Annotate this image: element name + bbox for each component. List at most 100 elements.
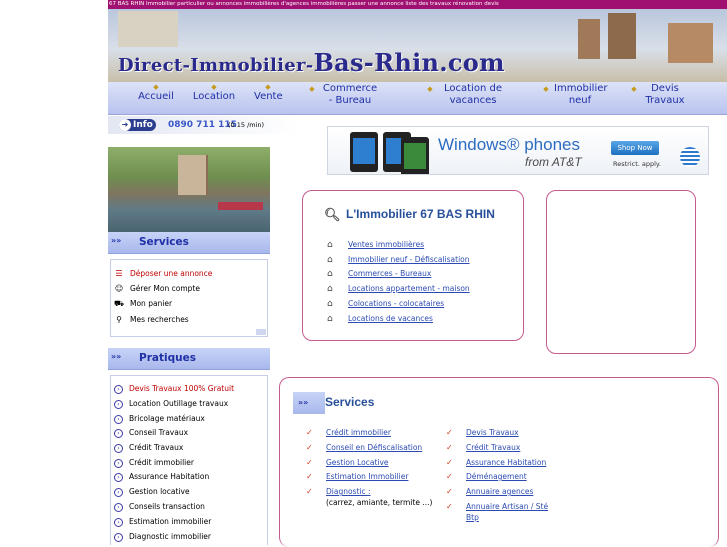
nav-label: Location de vacances	[444, 83, 502, 106]
immo-link-vacances[interactable]: ⌂ Locations de vacances	[327, 313, 433, 325]
check-icon: ✓	[306, 443, 313, 452]
immo-link-commerces[interactable]: ⌂ Commerces - Bureaux	[327, 268, 431, 280]
nav-vente[interactable]: ◆ Vente	[254, 82, 283, 103]
sidebar-services-list: ☰ Déposer une annonce ☺ Gérer Mon compte ⛟…	[110, 259, 268, 337]
sidebar-pratiques-list: › Devis Travaux 100% Gratuit › Location Ou…	[110, 375, 268, 545]
nav-label: Devis Travaux	[645, 83, 685, 106]
scroll-corner[interactable]	[256, 329, 266, 335]
nav-bullet-icon: ◆	[265, 83, 271, 91]
nav-commerce-bureau[interactable]: ◆ Commerce - Bureau	[309, 82, 380, 107]
sidebar-pratique-link[interactable]: › Gestion locative	[114, 485, 190, 499]
info-phone-price: (0.15 /min)	[228, 121, 265, 129]
immobilier-panel: 🔍︎ L'Immobilier 67 BAS RHIN ⌂ Ventes immob…	[302, 190, 524, 341]
check-icon: ✓	[446, 472, 453, 481]
banner-tower	[578, 19, 600, 59]
service-link[interactable]: ✓ Annuaire agences	[446, 486, 533, 497]
immo-link-locations[interactable]: ⌂ Locations appartement - maison	[327, 283, 470, 295]
nav-label: Vente	[254, 91, 283, 102]
services-title: Services	[325, 395, 375, 409]
banner-person	[118, 11, 178, 47]
check-icon: ✓	[446, 428, 453, 437]
circle-arrow-icon: ›	[114, 414, 123, 424]
site-title[interactable]: Direct-Immobilier-Bas-Rhin.com	[118, 48, 505, 77]
check-icon: ✓	[446, 487, 453, 496]
circle-arrow-icon: ›	[114, 443, 123, 453]
top-keyword-strip: 67 BAS RHIN Immobilier particulier ou an…	[108, 0, 727, 9]
nav-bullet-icon: ◆	[427, 85, 433, 93]
sidebar-pratique-link[interactable]: › Devis Travaux 100% Gratuit	[114, 382, 234, 396]
check-icon: ✓	[306, 472, 313, 481]
immo-link-neuf[interactable]: ⌂ Immobilier neuf - Défiscalisation	[327, 254, 470, 266]
magnifier-icon: ⚲	[116, 315, 122, 324]
house-icon: ⌂	[327, 314, 333, 324]
service-link[interactable]: ✓ Crédit Travaux	[446, 442, 520, 453]
empty-panel	[546, 190, 696, 354]
nav-label: Location	[192, 91, 236, 102]
magnifier-icon: 🔍︎	[324, 207, 341, 222]
immobilier-title: 🔍︎ L'Immobilier 67 BAS RHIN	[324, 207, 495, 222]
service-link[interactable]: ✓ Crédit immobilier	[306, 427, 391, 438]
nav-bullet-icon: ◆	[631, 85, 637, 93]
service-link[interactable]: ✓ Estimation Immobilier	[306, 471, 408, 482]
check-icon: ✓	[446, 443, 453, 452]
service-link[interactable]: ✓ Devis Travaux	[446, 427, 519, 438]
service-link[interactable]: ✓ Diagnostic : (carrez, amiante, termite .…	[306, 486, 434, 508]
nav-location-vacances[interactable]: ◆ Location de vacances	[427, 82, 508, 107]
nav-label: Accueil	[138, 91, 174, 102]
nav-devis-travaux[interactable]: ◆ Devis Travaux	[631, 82, 688, 107]
sidebar-pratique-link[interactable]: › Bricolage matériaux	[114, 412, 205, 426]
nav-bullet-icon: ◆	[211, 83, 217, 91]
sidebar-mes-recherches[interactable]: ⚲ Mes recherches	[114, 313, 189, 327]
sidebar-pratique-link[interactable]: › Crédit immobilier	[114, 456, 194, 470]
circle-arrow-icon: ›	[114, 517, 123, 527]
nav-label: Commerce - Bureau	[322, 83, 378, 106]
sidebar-pratique-link[interactable]: › Location Outillage travaux	[114, 397, 228, 411]
house-icon: ⌂	[327, 269, 333, 279]
info-badge-label: Info	[133, 120, 153, 130]
check-icon: ✓	[446, 458, 453, 467]
service-link[interactable]: ✓ Gestion Locative	[306, 457, 389, 468]
ad-shop-button[interactable]: Shop Now	[611, 141, 659, 155]
sidebar-gerer-compte[interactable]: ☺ Gérer Mon compte	[114, 282, 200, 296]
sidebar-pratique-link[interactable]: › Assurance Habitation	[114, 470, 209, 484]
sidebar-pratique-link[interactable]: › Conseil Travaux	[114, 426, 188, 440]
house-icon: ⌂	[327, 299, 333, 309]
arrow-right-icon: ➜	[119, 119, 131, 131]
sidebar-deposer-annonce[interactable]: ☰ Déposer une annonce	[114, 267, 212, 281]
service-link[interactable]: ✓ Assurance Habitation	[446, 457, 546, 468]
ad-banner[interactable]: Windows® phones from AT&T Shop Now Restr…	[327, 126, 709, 175]
sidebar-pratique-link[interactable]: › Conseils transaction	[114, 500, 205, 514]
circle-arrow-icon: ›	[114, 502, 123, 512]
immo-link-ventes[interactable]: ⌂ Ventes immobilières	[327, 239, 424, 251]
nav-immobilier-neuf[interactable]: ◆ Immobilier neuf	[543, 82, 607, 107]
service-link-note: (carrez, amiante, termite ...)	[326, 498, 433, 507]
nav-location[interactable]: ◆ Location	[192, 82, 236, 103]
nav-bullet-icon: ◆	[543, 85, 549, 93]
sidebar-pratique-link[interactable]: › Estimation immobilier	[114, 515, 211, 529]
nav-accueil[interactable]: ◆ Accueil	[138, 82, 174, 103]
immo-link-colocations[interactable]: ⌂ Colocations - colocataires	[327, 298, 444, 310]
ad-restrictions: Restrict. apply.	[613, 160, 661, 168]
service-link[interactable]: ✓ Annuaire Artisan / Sté Btp	[446, 501, 558, 523]
cart-icon: ⛟	[114, 299, 125, 308]
sidebar-pratique-link[interactable]: › Diagnostic immobilier	[114, 530, 211, 544]
circle-arrow-icon: ›	[114, 399, 123, 409]
check-icon: ✓	[306, 487, 313, 496]
nav-bullet-icon: ◆	[309, 85, 315, 93]
ad-carrier: from AT&T	[525, 155, 582, 169]
service-link[interactable]: ✓ Conseil en Défiscalisation	[306, 442, 422, 453]
site-banner[interactable]: Direct-Immobilier-Bas-Rhin.com	[108, 9, 727, 82]
sidebar-services-header: »» Services	[108, 232, 270, 254]
photo-railing	[218, 202, 263, 210]
service-link[interactable]: ✓ Déménagement	[446, 471, 527, 482]
person-icon: ☺	[114, 284, 124, 293]
sidebar-pratiques-title: Pratiques	[139, 352, 196, 364]
circle-arrow-icon: ›	[114, 458, 123, 468]
check-icon: ✓	[306, 458, 313, 467]
info-phone-number: 0890 711 115	[168, 120, 237, 130]
sidebar-mon-panier[interactable]: ⛟ Mon panier	[114, 297, 172, 311]
check-icon: ✓	[446, 502, 453, 511]
sidebar-pratique-link[interactable]: › Crédit Travaux	[114, 441, 183, 455]
info-phone-bar[interactable]: ➜ Info 0890 711 115 (0.15 /min)	[108, 116, 298, 134]
circle-arrow-icon: ›	[114, 532, 123, 542]
